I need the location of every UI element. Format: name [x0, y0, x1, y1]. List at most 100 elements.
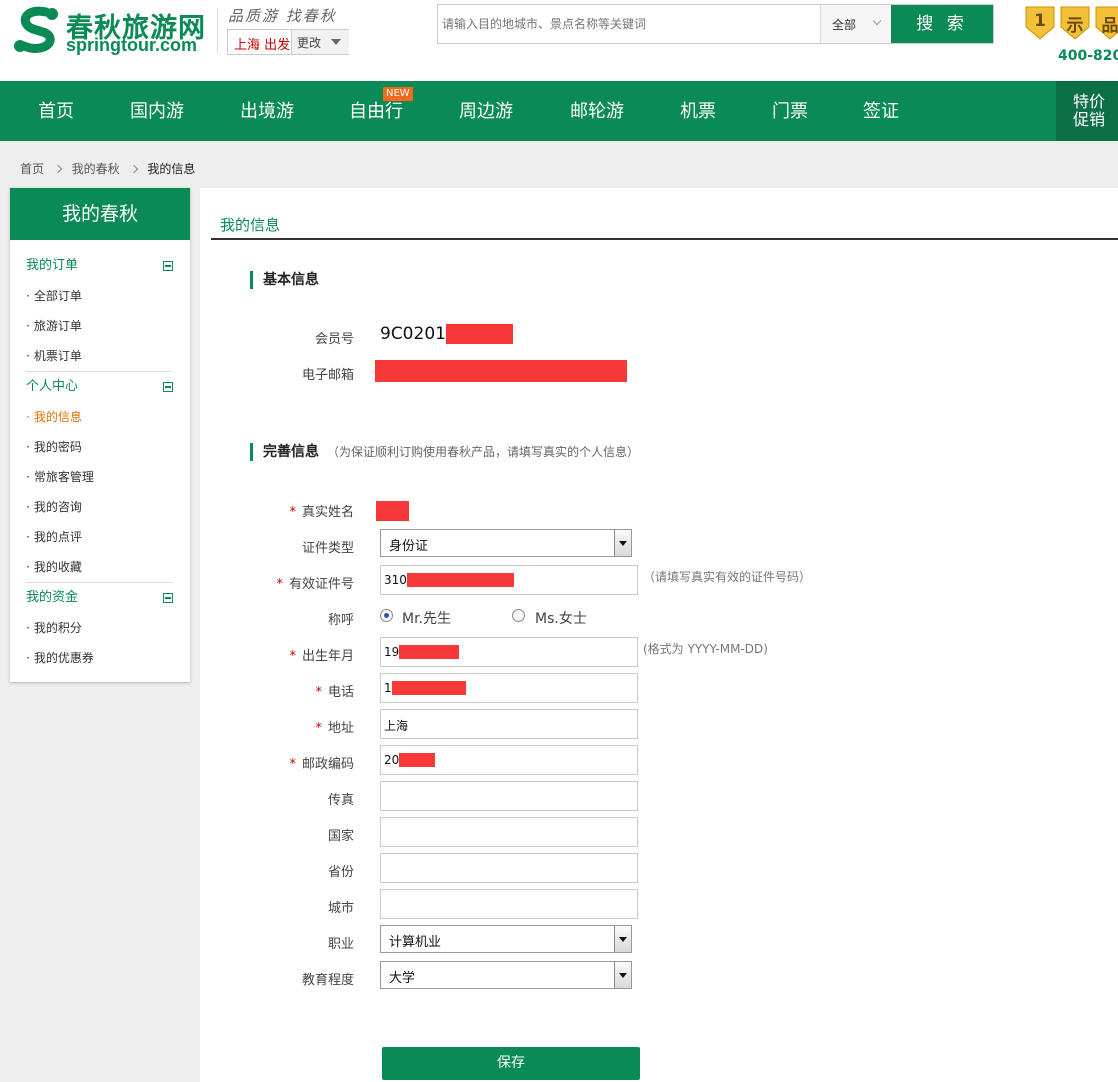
- id-type-select[interactable]: 身份证: [380, 529, 632, 557]
- salutation-ms-radio[interactable]: [512, 609, 525, 622]
- nav-domestic[interactable]: 国内游: [130, 81, 184, 141]
- real-name-value: [376, 501, 409, 521]
- address-label: * 地址: [200, 717, 354, 736]
- phone-value: 1: [384, 681, 392, 695]
- redaction-mark: [445, 324, 513, 344]
- postcode-label: * 邮政编码: [200, 753, 354, 772]
- badge-2-text: 示: [1066, 16, 1084, 36]
- required-asterisk: *: [289, 649, 296, 664]
- postcode-value: 20: [384, 753, 400, 767]
- salutation-mr-label[interactable]: Mr.先生: [402, 608, 451, 628]
- sidebar-item-tour-orders[interactable]: 旅游订单: [26, 311, 173, 341]
- phone-input[interactable]: 1: [380, 673, 638, 703]
- sidebar-item-password[interactable]: 我的密码: [26, 432, 173, 462]
- change-city-button[interactable]: 更改: [291, 30, 349, 54]
- redaction-mark: [399, 752, 436, 767]
- search-scope-select[interactable]: 全部: [820, 5, 890, 43]
- badge-1[interactable]: 1: [1024, 5, 1056, 41]
- sidebar-item-reviews[interactable]: 我的点评: [26, 522, 173, 552]
- sidebar-item-coupons[interactable]: 我的优惠券: [26, 643, 173, 673]
- province-input[interactable]: [380, 853, 638, 883]
- chevron-right-icon: [129, 164, 138, 174]
- occupation-value: 计算机业: [389, 935, 442, 950]
- sidebar-item-travelers[interactable]: 常旅客管理: [26, 462, 173, 492]
- id-type-label: 证件类型: [301, 541, 354, 556]
- sidebar-group-title[interactable]: 我的订单: [26, 251, 173, 281]
- breadcrumb: 首页 我的春秋 我的信息: [20, 160, 195, 177]
- chevron-right-icon: [53, 164, 63, 174]
- sidebar-title: 我的春秋: [10, 188, 190, 240]
- salutation-ms-label[interactable]: Ms.女士: [535, 608, 587, 628]
- save-button[interactable]: 保存: [382, 1047, 640, 1080]
- required-asterisk: *: [289, 757, 296, 772]
- sidebar-group-title[interactable]: 个人中心: [26, 372, 173, 402]
- id-number-input[interactable]: 310: [380, 565, 638, 595]
- salutation-label: 称呼: [327, 613, 354, 628]
- section-complete-info: 完善信息 （为保证顺利订购使用春秋产品，请填写真实的个人信息）: [250, 443, 639, 461]
- header-divider: [217, 8, 218, 54]
- nav-tickets[interactable]: 门票: [772, 81, 808, 141]
- sidebar-item-inquiries[interactable]: 我的咨询: [26, 492, 173, 522]
- search-scope-value: 全部: [832, 18, 857, 32]
- sidebar-item-favorites[interactable]: 我的收藏: [26, 552, 173, 582]
- badge-3[interactable]: 品: [1094, 5, 1118, 41]
- collapse-icon[interactable]: [163, 382, 173, 392]
- badge-2[interactable]: 示: [1059, 5, 1091, 41]
- birth-value: 19: [384, 645, 400, 659]
- page-title: 我的信息: [220, 216, 281, 234]
- breadcrumb-home[interactable]: 首页: [20, 160, 44, 177]
- sidebar-item-all-orders[interactable]: 全部订单: [26, 281, 173, 311]
- redaction-mark: [375, 360, 627, 382]
- collapse-icon[interactable]: [163, 261, 173, 271]
- badge-3-text: 品: [1101, 16, 1118, 36]
- breadcrumb-my-spring[interactable]: 我的春秋: [72, 160, 120, 177]
- sidebar-item-points[interactable]: 我的积分: [26, 613, 173, 643]
- country-input[interactable]: [380, 817, 638, 847]
- fax-input[interactable]: [380, 781, 638, 811]
- service-badges: 1 示 品: [1022, 5, 1118, 45]
- city-label: 城市: [327, 901, 354, 916]
- nav-cruise[interactable]: 邮轮游: [570, 81, 624, 141]
- required-asterisk: *: [289, 505, 296, 520]
- address-label-text: 地址: [327, 721, 354, 736]
- site-header: 春秋旅游网 springtour.com 品质游 找春秋 上海 出发 更改 全部…: [0, 0, 1118, 81]
- nav-special-offers[interactable]: 特价 促销: [1056, 81, 1118, 141]
- sidebar-item-flight-orders[interactable]: 机票订单: [26, 341, 173, 371]
- email-value: [375, 360, 627, 382]
- city-input[interactable]: [380, 889, 638, 919]
- occupation-select[interactable]: 计算机业: [380, 925, 632, 953]
- collapse-icon[interactable]: [163, 593, 173, 603]
- country-label: 国家: [327, 829, 354, 844]
- address-input[interactable]: 上海: [380, 709, 638, 739]
- birth-input[interactable]: 19: [380, 637, 638, 667]
- id-number-value: 310: [384, 573, 407, 587]
- sidebar-group-funds: 我的资金 我的积分 我的优惠券: [26, 583, 173, 673]
- search-input[interactable]: [438, 5, 820, 43]
- education-select[interactable]: 大学: [380, 961, 632, 989]
- postcode-input[interactable]: 20: [380, 745, 638, 775]
- birth-hint: (格式为 YYYY-MM-DD): [643, 642, 768, 656]
- nav-flights[interactable]: 机票: [680, 81, 716, 141]
- fax-label: 传真: [327, 793, 354, 808]
- required-asterisk: *: [276, 577, 283, 592]
- nav-nearby[interactable]: 周边游: [459, 81, 513, 141]
- dropdown-triangle-icon: [331, 39, 341, 45]
- province-label: 省份: [327, 865, 354, 880]
- site-logo[interactable]: 春秋旅游网 springtour.com: [12, 6, 212, 55]
- departure-city-selector[interactable]: 上海 出发 更改: [227, 29, 349, 55]
- nav-home[interactable]: 首页: [38, 81, 74, 141]
- real-name-label: * 真实姓名: [200, 501, 354, 520]
- nav-visa[interactable]: 签证: [863, 81, 899, 141]
- id-type-value: 身份证: [389, 539, 429, 554]
- nav-outbound[interactable]: 出境游: [240, 81, 294, 141]
- logo-domain: springtour.com: [66, 35, 198, 55]
- id-number-label: * 有效证件号: [200, 573, 354, 592]
- sidebar-item-my-info[interactable]: 我的信息: [26, 402, 173, 432]
- title-underline: [211, 238, 1118, 240]
- member-id-label: 会员号: [314, 332, 354, 347]
- sidebar-group-title[interactable]: 我的资金: [26, 583, 173, 613]
- salutation-mr-radio[interactable]: [380, 609, 393, 622]
- email-label: 电子邮箱: [301, 368, 354, 383]
- search-button[interactable]: 搜 索: [891, 5, 993, 43]
- breadcrumb-current: 我的信息: [147, 162, 196, 176]
